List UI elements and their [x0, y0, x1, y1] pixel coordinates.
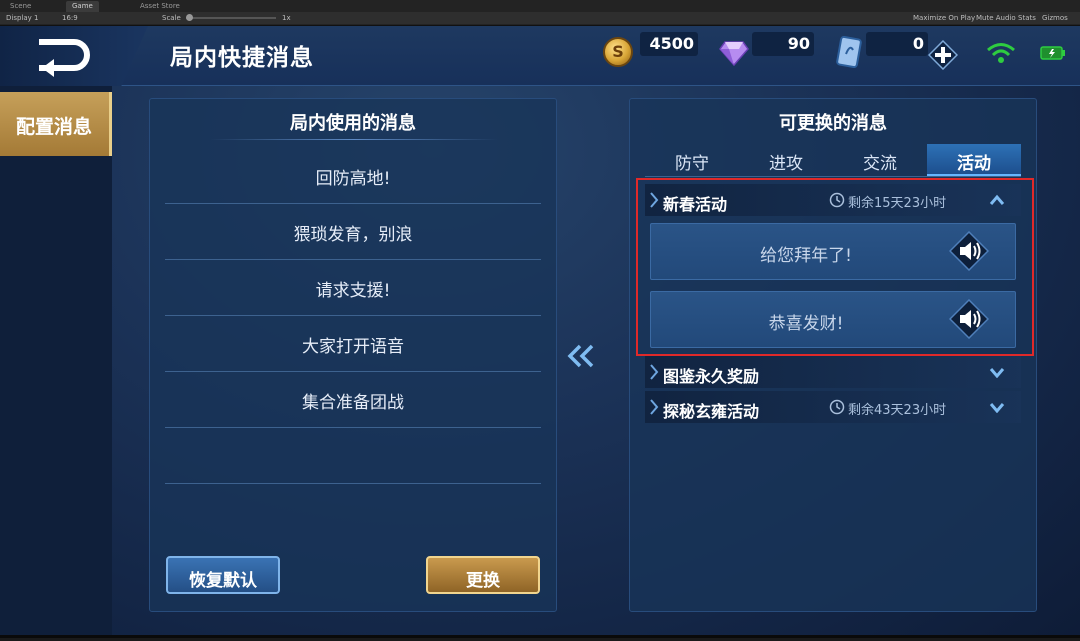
category-name: 图鉴永久奖励: [663, 367, 760, 386]
tab-asset-store[interactable]: Asset Store: [134, 1, 186, 12]
gold-amount: 4500: [649, 34, 694, 53]
wifi-icon: [987, 43, 1015, 63]
message-text: 集合准备团战: [302, 393, 404, 413]
tab-label: 活动: [957, 154, 991, 174]
category-name: 探秘玄雍活动: [663, 402, 760, 421]
restore-default-button[interactable]: 恢复默认: [166, 556, 280, 594]
highlight-annotation-box: [636, 178, 1034, 356]
double-chevron-left-icon[interactable]: [566, 344, 596, 368]
chevron-right-icon: [650, 399, 659, 415]
clock-icon: [829, 399, 845, 415]
game-view-toolbar: Display 1 16:9 Scale 1x Maximize On Play…: [0, 12, 1080, 24]
message-slot-3[interactable]: 请求支援!: [165, 260, 541, 316]
message-text: 回防高地!: [315, 169, 391, 189]
divider: [165, 483, 541, 484]
left-panel-title: 局内使用的消息: [290, 113, 416, 134]
scale-slider-track[interactable]: [186, 17, 276, 19]
scale-value: 1x: [282, 14, 291, 22]
message-slot-2[interactable]: 猥琐发育，别浪: [165, 204, 541, 260]
page-title: 局内快捷消息: [170, 45, 314, 71]
gizmos-menu[interactable]: Gizmos: [1042, 12, 1068, 24]
aspect-select[interactable]: 16:9: [62, 12, 78, 24]
top-bar: 局内快捷消息 S 4500 90 0: [0, 26, 1080, 86]
message-slot-4[interactable]: 大家打开语音: [165, 316, 541, 372]
tabs-divider: [645, 176, 1021, 177]
stats-toggle[interactable]: Stats: [1018, 12, 1036, 24]
message-text: 大家打开语音: [302, 337, 404, 357]
sidebar: [0, 86, 112, 638]
mute-audio-toggle[interactable]: Mute Audio: [976, 12, 1016, 24]
replace-label: 更换: [466, 571, 500, 591]
restore-default-label: 恢复默认: [189, 571, 257, 591]
chevron-right-icon: [650, 364, 659, 380]
voucher-amount: 0: [912, 34, 924, 53]
tab-communication[interactable]: 交流: [833, 144, 927, 176]
editor-toolbar: Scene Game Asset Store Display 1 16:9 Sc…: [0, 0, 1080, 26]
gold-coin-icon: S: [603, 37, 633, 67]
display-select[interactable]: Display 1: [6, 12, 38, 24]
tab-label: 交流: [863, 154, 897, 174]
chevron-down-icon[interactable]: [989, 401, 1005, 413]
add-currency-plus-icon[interactable]: [928, 40, 958, 70]
diamond-amount: 90: [787, 34, 810, 53]
editor-tabs: Scene Game Asset Store: [0, 0, 1080, 12]
right-panel-title: 可更换的消息: [779, 113, 887, 134]
replace-button[interactable]: 更换: [426, 556, 540, 594]
tab-attack[interactable]: 进攻: [739, 144, 833, 176]
sidebar-tab-configure-messages[interactable]: 配置消息: [0, 92, 112, 156]
game-viewport: 局内快捷消息 S 4500 90 0 配置消息 局内使用的消息 回防高地! 猥琐…: [0, 26, 1080, 638]
tab-game[interactable]: Game: [66, 1, 99, 12]
category-row-xuanyong-event[interactable]: 探秘玄雍活动 剩余43天23小时: [645, 391, 1021, 423]
tab-scene[interactable]: Scene: [4, 1, 37, 12]
sidebar-tab-label: 配置消息: [16, 116, 93, 138]
tab-label: 防守: [675, 154, 709, 174]
diamond-icon: [719, 41, 749, 66]
message-slot-5[interactable]: 集合准备团战: [165, 372, 541, 428]
message-text: 猥琐发育，别浪: [293, 225, 413, 245]
title-divider: [210, 139, 498, 140]
voucher-card-icon: [836, 36, 862, 68]
tab-events[interactable]: 活动: [927, 144, 1021, 176]
battery-icon: [1040, 46, 1065, 60]
category-row-codex-rewards[interactable]: 图鉴永久奖励: [645, 356, 1021, 388]
message-slot-1[interactable]: 回防高地!: [165, 148, 541, 204]
back-arrow-icon[interactable]: [28, 32, 100, 78]
tab-defense[interactable]: 防守: [645, 144, 739, 176]
message-slot-6-empty[interactable]: [165, 428, 541, 484]
time-remaining: 剩余43天23小时: [848, 403, 947, 418]
message-text: 请求支援!: [315, 281, 391, 301]
tab-label: 进攻: [769, 154, 803, 174]
scale-slider-handle[interactable]: [186, 14, 193, 21]
chevron-down-icon[interactable]: [989, 366, 1005, 378]
scale-label: Scale: [162, 14, 181, 22]
maximize-on-play-toggle[interactable]: Maximize On Play: [913, 12, 975, 24]
